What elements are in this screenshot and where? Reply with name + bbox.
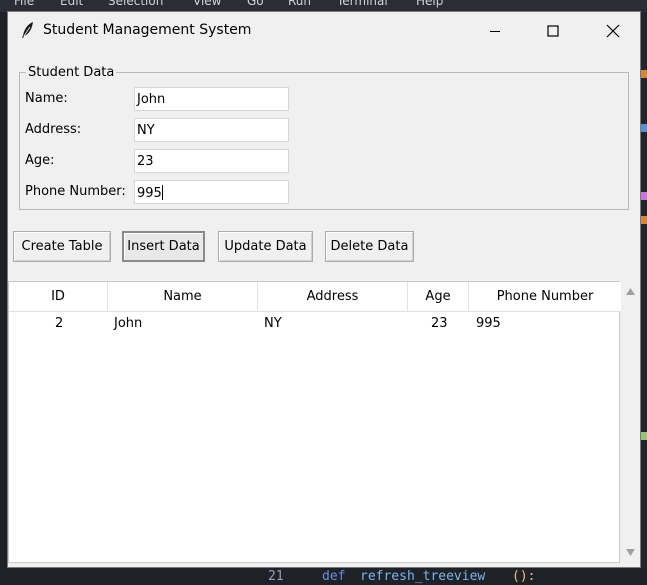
address-label: Address:: [25, 122, 82, 137]
bg-code-fragment: [641, 432, 647, 440]
age-field[interactable]: 23: [134, 149, 289, 173]
bg-menu-help: Help: [416, 0, 444, 8]
code-keyword: def: [322, 569, 346, 584]
delete-data-button[interactable]: Delete Data: [325, 231, 414, 262]
age-field-value: 23: [137, 154, 154, 169]
cell-age: 23: [431, 316, 448, 331]
bg-code-fragment: [641, 216, 647, 224]
cell-phone-number: 995: [476, 316, 501, 331]
bg-code-fragment: [641, 70, 647, 78]
vertical-scrollbar[interactable]: [621, 281, 640, 563]
bg-menu-view: View: [193, 0, 222, 8]
column-header-name[interactable]: Name: [108, 282, 258, 312]
window-title: Student Management System: [43, 22, 252, 38]
phone-number-label: Phone Number:: [25, 184, 126, 199]
bg-code-fragment: [641, 192, 647, 200]
line-number: 21: [268, 569, 284, 584]
code-function-name: refresh_treeview: [360, 569, 486, 584]
bg-menu-run: Run: [288, 0, 312, 8]
address-field[interactable]: NY: [134, 118, 289, 142]
update-data-button[interactable]: Update Data: [218, 231, 313, 262]
student-data-label: Student Data: [26, 65, 117, 80]
cell-id: 2: [55, 316, 64, 331]
column-header-id[interactable]: ID: [9, 282, 108, 312]
title-bar[interactable]: Student Management System: [8, 12, 640, 49]
code-parens: ():: [512, 569, 536, 584]
cell-name: John: [114, 316, 143, 331]
scroll-up-arrow-icon[interactable]: [625, 287, 636, 296]
cell-address: NY: [264, 316, 282, 331]
column-header-address[interactable]: Address: [258, 282, 408, 312]
close-button[interactable]: [590, 12, 636, 49]
column-header-age[interactable]: Age: [408, 282, 469, 312]
name-field-value: John: [137, 92, 166, 107]
minimize-button[interactable]: [472, 12, 518, 49]
minimize-icon: [490, 30, 500, 32]
bg-menu-go: Go: [247, 0, 264, 8]
age-label: Age:: [25, 153, 55, 168]
maximize-icon: [547, 24, 559, 37]
treeview-header: ID Name Address Age Phone Number: [9, 282, 621, 312]
insert-data-button[interactable]: Insert Data: [122, 231, 205, 262]
phone-number-field[interactable]: 995: [134, 180, 289, 204]
close-icon: [606, 24, 620, 37]
student-treeview[interactable]: ID Name Address Age Phone Number 2 John …: [8, 281, 621, 563]
address-field-value: NY: [137, 123, 155, 138]
column-header-phone-number[interactable]: Phone Number: [469, 282, 621, 312]
background-code-line: 21 def refresh_treeview ():: [0, 568, 647, 585]
bg-code-fragment: [641, 124, 647, 132]
bg-menu-edit: Edit: [60, 0, 84, 8]
phone-number-field-value: 995: [137, 186, 162, 201]
name-field[interactable]: John: [134, 87, 289, 111]
bg-menu-selection: Selection: [108, 0, 164, 8]
maximize-button[interactable]: [530, 12, 576, 49]
feather-icon: [20, 21, 36, 39]
bg-menu-terminal: Terminal: [337, 0, 388, 8]
create-table-button[interactable]: Create Table: [13, 231, 111, 262]
text-cursor: [161, 185, 163, 200]
name-label: Name:: [25, 91, 68, 106]
app-window: Student Management System Student Data N…: [7, 11, 641, 568]
bg-menu-file: File: [14, 0, 35, 8]
scroll-down-arrow-icon[interactable]: [625, 548, 636, 557]
background-editor-edge: [641, 12, 647, 568]
